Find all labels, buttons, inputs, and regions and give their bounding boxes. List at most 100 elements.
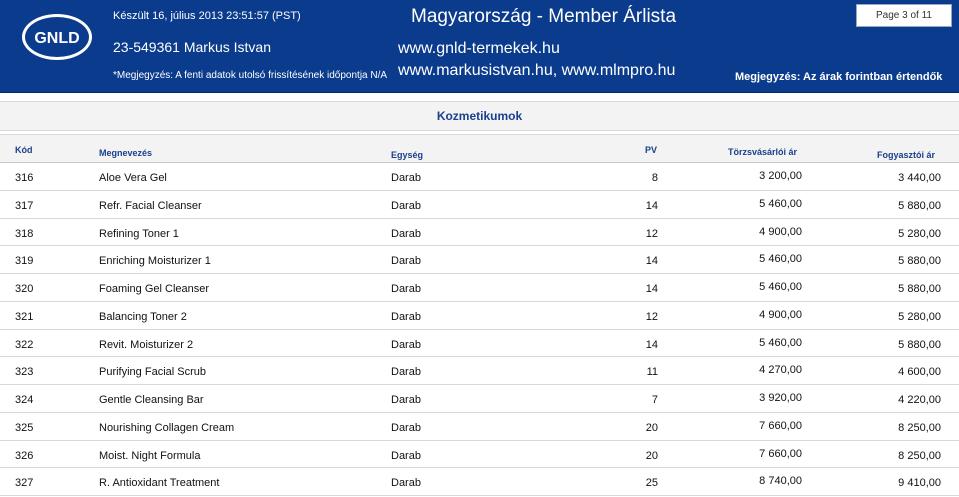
cell-consumer-price: 5 280,00: [898, 227, 941, 240]
gnld-logo-mark: GNLD: [34, 30, 79, 47]
page-title: Magyarország - Member Árlista: [411, 6, 677, 27]
column-header-consumer-price: Fogyasztói ár: [877, 150, 936, 160]
cell-pv: 14: [645, 255, 658, 268]
cell-code: 320: [15, 283, 34, 295]
cell-name: Purifying Facial Scrub: [99, 366, 206, 379]
cell-distributor-price: 4 900,00: [759, 225, 802, 238]
cell-name: Refining Toner 1: [99, 227, 179, 240]
cell-distributor-price: 5 460,00: [759, 197, 802, 210]
cell-name: Foaming Gel Cleanser: [99, 283, 210, 295]
cell-unit: Darab: [391, 199, 421, 212]
table-row: 317 Refr. Facial Cleanser Darab 14 5 460…: [0, 191, 959, 219]
column-header-name: Megnevezés: [99, 148, 153, 158]
cell-consumer-price: 4 220,00: [898, 394, 941, 406]
cell-unit: Darab: [391, 421, 421, 434]
cell-pv: 12: [645, 227, 658, 240]
table-row: 324 Gentle Cleansing Bar Darab 7 3 920,0…: [0, 385, 959, 413]
cell-pv: 8: [651, 172, 658, 184]
table-row: 325 Nourishing Collagen Cream Darab 20 7…: [0, 413, 959, 441]
cell-code: 325: [15, 421, 34, 434]
cell-code: 319: [15, 255, 34, 268]
cell-consumer-price: 5 280,00: [898, 310, 941, 323]
gnld-logo: GNLD: [22, 14, 92, 60]
cell-pv: 7: [651, 394, 658, 406]
column-header-pv: PV: [645, 145, 658, 155]
table-row: 327 R. Antioxidant Treatment Darab 25 8 …: [0, 468, 959, 496]
column-header-unit: Egység: [391, 150, 424, 160]
cell-code: 317: [15, 199, 34, 212]
cell-consumer-price: 8 250,00: [898, 421, 941, 434]
cell-unit: Darab: [391, 172, 421, 184]
cell-consumer-price: 4 600,00: [898, 366, 941, 379]
table-row: 323 Purifying Facial Scrub Darab 11 4 27…: [0, 357, 959, 385]
cell-name: Balancing Toner 2: [99, 310, 187, 323]
column-header-distributor-price: Törzsvásárlói ár: [728, 147, 798, 157]
cell-pv: 12: [645, 310, 658, 323]
cell-name: Enriching Moisturizer 1: [99, 255, 211, 268]
cell-name: Moist. Night Formula: [99, 449, 201, 462]
distributor-id-name: 23-549361 Markus Istvan: [113, 39, 271, 55]
cell-consumer-price: 5 880,00: [898, 283, 941, 295]
table-row: 326 Moist. Night Formula Darab 20 7 660,…: [0, 441, 959, 469]
cell-code: 327: [15, 477, 34, 490]
cell-pv: 14: [645, 338, 658, 351]
section-title: Kozmetikumok: [0, 101, 959, 131]
cell-name: Revit. Moisturizer 2: [99, 338, 194, 351]
price-list-header: GNLD Készült 16, július 2013 23:51:57 (P…: [0, 0, 959, 93]
cell-code: 326: [15, 449, 34, 462]
page-indicator: Page 3 of 11: [856, 4, 952, 27]
cell-pv: 11: [646, 366, 658, 379]
currency-note: Megjegyzés: Az árak forintban értendők: [735, 71, 943, 83]
cell-distributor-price: 3 920,00: [759, 392, 802, 404]
cell-pv: 14: [645, 283, 658, 295]
website-link-2[interactable]: www.markusistvan.hu, www.mlmpro.hu: [398, 62, 675, 80]
cell-code: 321: [15, 310, 34, 323]
table-body: 316 Aloe Vera Gel Darab 8 3 200,00 3 440…: [0, 163, 959, 496]
cell-unit: Darab: [391, 449, 421, 462]
cell-consumer-price: 5 880,00: [898, 199, 941, 212]
cell-consumer-price: 9 410,00: [898, 477, 941, 490]
cell-name: Refr. Facial Cleanser: [99, 199, 202, 212]
cell-code: 318: [15, 227, 34, 240]
cell-name: Nourishing Collagen Cream: [99, 421, 235, 434]
cell-unit: Darab: [391, 477, 421, 490]
cell-distributor-price: 7 660,00: [759, 447, 802, 460]
table-row: 321 Balancing Toner 2 Darab 12 4 900,00 …: [0, 302, 959, 330]
cell-name: Aloe Vera Gel: [99, 172, 167, 184]
cell-unit: Darab: [391, 338, 421, 351]
cell-distributor-price: 8 740,00: [759, 475, 802, 488]
cell-unit: Darab: [391, 283, 421, 295]
table-row: 322 Revit. Moisturizer 2 Darab 14 5 460,…: [0, 330, 959, 358]
cell-distributor-price: 3 200,00: [759, 170, 802, 182]
cell-code: 322: [15, 338, 34, 351]
cell-unit: Darab: [391, 310, 421, 323]
cell-unit: Darab: [391, 366, 421, 379]
created-timestamp: Készült 16, július 2013 23:51:57 (PST): [113, 10, 301, 22]
cell-distributor-price: 4 900,00: [759, 308, 802, 321]
table-header: Kód Megnevezés Egység PV Törzsvásárlói á…: [0, 134, 959, 163]
cell-unit: Darab: [391, 394, 421, 406]
cell-consumer-price: 5 880,00: [898, 338, 941, 351]
cell-consumer-price: 5 880,00: [898, 255, 941, 268]
cell-pv: 20: [645, 421, 658, 434]
cell-code: 323: [15, 366, 34, 379]
cell-consumer-price: 8 250,00: [898, 449, 941, 462]
cell-distributor-price: 4 270,00: [759, 364, 802, 377]
cell-unit: Darab: [391, 227, 421, 240]
cell-consumer-price: 3 440,00: [898, 172, 941, 184]
cell-distributor-price: 5 460,00: [759, 336, 802, 349]
table-row: 320 Foaming Gel Cleanser Darab 14 5 460,…: [0, 274, 959, 302]
table-row: 316 Aloe Vera Gel Darab 8 3 200,00 3 440…: [0, 163, 959, 191]
cell-code: 324: [15, 394, 34, 406]
update-note: *Megjegyzés: A fenti adatok utolsó friss…: [113, 70, 388, 81]
logo-text: GNLD: [34, 30, 79, 47]
cell-unit: Darab: [391, 255, 421, 268]
cell-pv: 20: [645, 449, 658, 462]
cell-pv: 14: [645, 199, 658, 212]
cell-code: 316: [15, 172, 34, 184]
website-link-1[interactable]: www.gnld-termekek.hu: [398, 40, 560, 58]
cell-name: R. Antioxidant Treatment: [99, 477, 220, 490]
cell-distributor-price: 5 460,00: [759, 281, 802, 293]
cell-distributor-price: 5 460,00: [759, 253, 802, 266]
cell-distributor-price: 7 660,00: [759, 419, 802, 432]
